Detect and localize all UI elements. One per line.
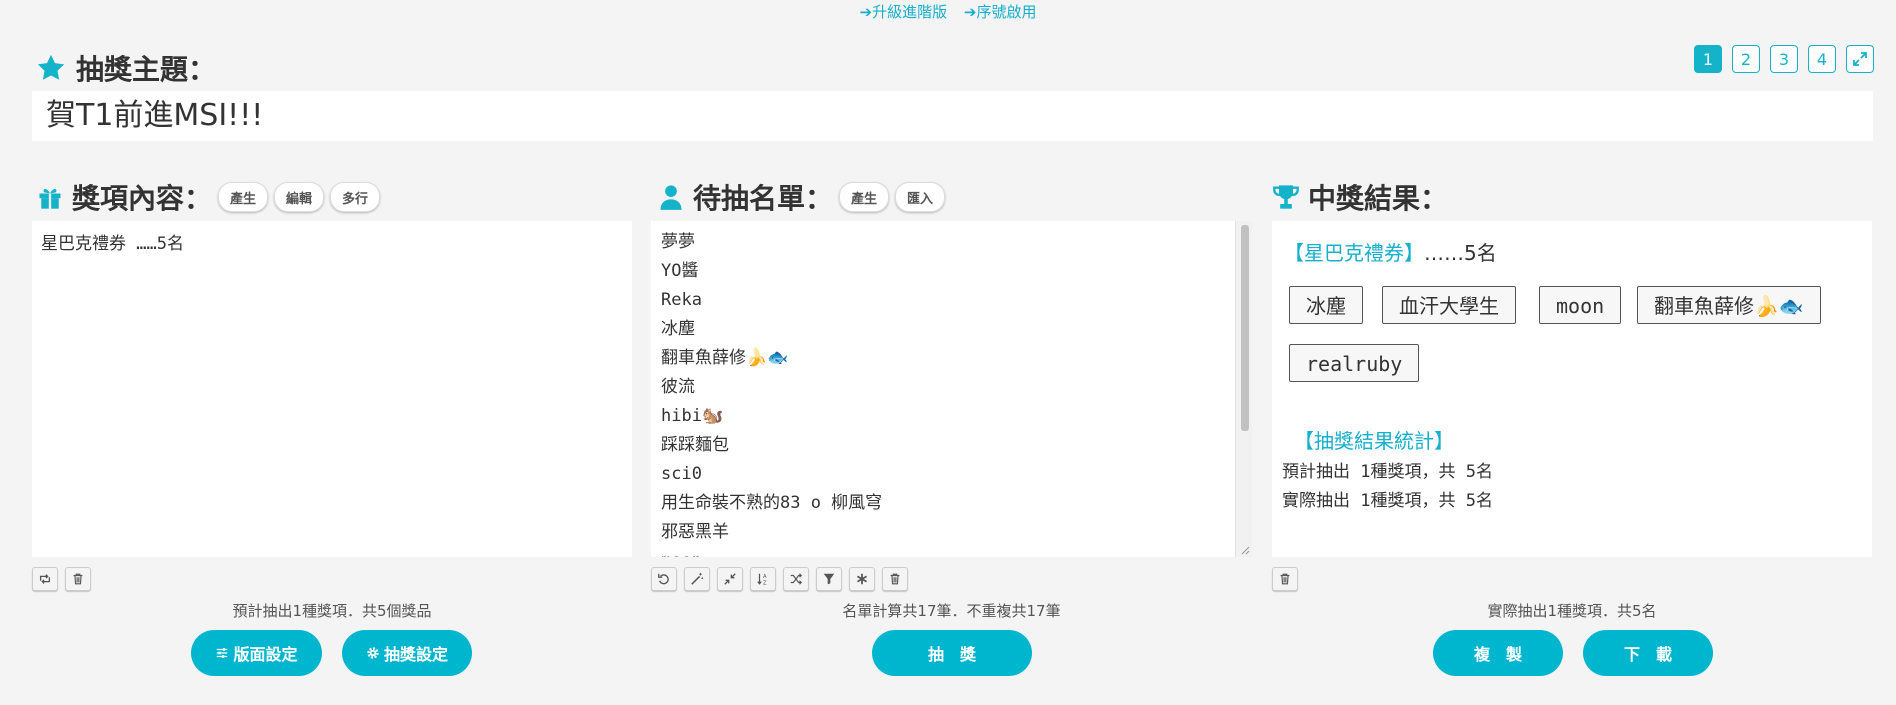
page-button-2[interactable]: 2 [1732, 45, 1760, 73]
names-filter-button[interactable] [816, 567, 842, 591]
result-panel: 【星巴克禮券】……5名 冰塵 血汗大學生 moon 翻車魚薛修🍌🐟 realru… [1272, 221, 1872, 557]
prize-summary: 預計抽出1種獎項．共5個獎品 [232, 602, 432, 620]
stat-expected: 預計抽出 1種獎項，共 5名 [1282, 462, 1493, 482]
prize-multiline-button[interactable]: 多行 [330, 182, 381, 212]
prize-toolbar [32, 567, 91, 591]
theme-label: 抽獎主題： [76, 53, 217, 86]
download-button[interactable]: 下 載 [1583, 630, 1713, 676]
trash-icon [1280, 573, 1290, 585]
winner-chip: 冰塵 [1289, 286, 1363, 324]
draw-button[interactable]: 抽 獎 [872, 630, 1032, 676]
prize-textarea[interactable]: 星巴克禮券 ……5名 [32, 221, 632, 557]
names-delete-button[interactable] [882, 567, 908, 591]
trash-icon [73, 573, 83, 585]
names-shuffle-button[interactable] [783, 567, 809, 591]
page-switcher: 1 2 3 4 [1694, 45, 1874, 73]
prize-label: 獎項內容： [72, 182, 213, 215]
draw-settings-label: 抽獎設定 [383, 645, 448, 664]
user-icon [660, 185, 682, 210]
top-links: ➔升級進階版 ➔序號啟用 [0, 0, 1896, 26]
names-magic-button[interactable] [684, 567, 710, 591]
gear-icon [367, 647, 379, 659]
layout-settings-button[interactable]: 版面設定 [191, 630, 322, 676]
result-toolbar [1272, 567, 1298, 591]
result-label: 中獎結果： [1308, 182, 1449, 215]
result-summary: 實際抽出1種獎項．共5名 [1487, 602, 1657, 620]
shuffle-icon [790, 573, 803, 585]
name-item: 用生命裝不熟的83 o 柳風穹 [661, 493, 883, 513]
name-item: 夢夢 [661, 232, 695, 252]
names-label: 待抽名單： [693, 182, 834, 215]
names-generate-button[interactable]: 產生 [839, 182, 890, 212]
svg-text:Z: Z [763, 580, 767, 586]
prize-delete-button[interactable] [65, 567, 91, 591]
theme-heading: 抽獎主題： [36, 48, 216, 88]
sliders-icon [217, 648, 228, 658]
names-header: 待抽名單： 產生 匯入 [657, 176, 946, 218]
names-scrollbar[interactable] [1235, 221, 1252, 557]
names-toolbar: AZ [651, 567, 908, 591]
name-item: Reka [661, 290, 702, 310]
result-delete-button[interactable] [1272, 567, 1298, 591]
trash-icon [890, 573, 900, 585]
undo-icon [658, 573, 669, 585]
filter-icon [823, 573, 835, 585]
stat-actual: 實際抽出 1種獎項，共 5名 [1282, 491, 1493, 511]
name-item: 冰塵 [661, 319, 695, 339]
name-item: sci0 [661, 464, 702, 484]
names-scroll-thumb[interactable] [1241, 225, 1249, 431]
result-prize-title: 【星巴克禮券】……5名 [1284, 237, 1497, 266]
prize-header: 獎項內容： 產生 編輯 多行 [36, 176, 381, 218]
prize-edit-button[interactable]: 編輯 [274, 182, 325, 212]
names-undo-button[interactable] [651, 567, 677, 591]
winner-chip: realruby [1289, 344, 1420, 382]
theme-input[interactable]: 賀T1前進MSI!!! [32, 91, 1873, 141]
prize-refresh-button[interactable] [32, 567, 58, 591]
names-asterisk-button[interactable] [849, 567, 875, 591]
magic-wand-icon [691, 572, 704, 585]
sort-alpha-icon: AZ [757, 573, 767, 586]
name-item: moon [661, 547, 1242, 557]
svg-text:A: A [763, 574, 767, 580]
names-compress-button[interactable] [717, 567, 743, 591]
serial-link[interactable]: ➔序號啟用 [964, 3, 1037, 21]
gift-icon [39, 188, 61, 209]
name-item: YO醬 [661, 261, 699, 281]
winner-chip: 翻車魚薛修🍌🐟 [1637, 286, 1821, 324]
name-item: hibi🐿️ [661, 406, 724, 426]
winner-chip: moon [1539, 286, 1622, 324]
page-button-3[interactable]: 3 [1770, 45, 1798, 73]
names-textarea[interactable]: 夢夢 YO醬 Reka 冰塵 翻車魚薛修🍌🐟 彼流 hibi🐿️ 踩踩麵包 sc… [651, 221, 1252, 557]
names-summary: 名單計算共17筆．不重複共17筆 [842, 602, 1061, 620]
result-prize-name: 【星巴克禮券】 [1284, 241, 1424, 265]
layout-settings-label: 版面設定 [233, 645, 298, 664]
asterisk-icon [857, 573, 867, 585]
winner-chip: 血汗大學生 [1382, 286, 1516, 324]
compress-icon [724, 573, 736, 585]
stat-title: 【抽獎結果統計】 [1294, 429, 1454, 453]
name-item: 彼流 [661, 377, 695, 397]
prize-generate-button[interactable]: 產生 [218, 182, 269, 212]
name-item: 邪惡黑羊 [661, 522, 729, 542]
resize-handle-icon[interactable] [1240, 545, 1250, 555]
result-header: 中獎結果： [1272, 176, 1448, 218]
names-sort-button[interactable]: AZ [750, 567, 776, 591]
retweet-icon [39, 574, 51, 584]
name-item: 踩踩麵包 [661, 435, 729, 455]
star-icon [37, 54, 65, 80]
draw-settings-button[interactable]: 抽獎設定 [342, 630, 472, 676]
page-button-1[interactable]: 1 [1694, 45, 1722, 73]
result-prize-count: ……5名 [1424, 241, 1497, 265]
expand-icon [1853, 52, 1867, 66]
name-item: 翻車魚薛修🍌🐟 [661, 348, 789, 368]
upgrade-link[interactable]: ➔升級進階版 [860, 3, 948, 21]
copy-button[interactable]: 複 製 [1433, 630, 1563, 676]
fullscreen-button[interactable] [1846, 45, 1874, 73]
names-import-button[interactable]: 匯入 [895, 182, 946, 212]
page-button-4[interactable]: 4 [1808, 45, 1836, 73]
trophy-icon [1273, 185, 1299, 209]
